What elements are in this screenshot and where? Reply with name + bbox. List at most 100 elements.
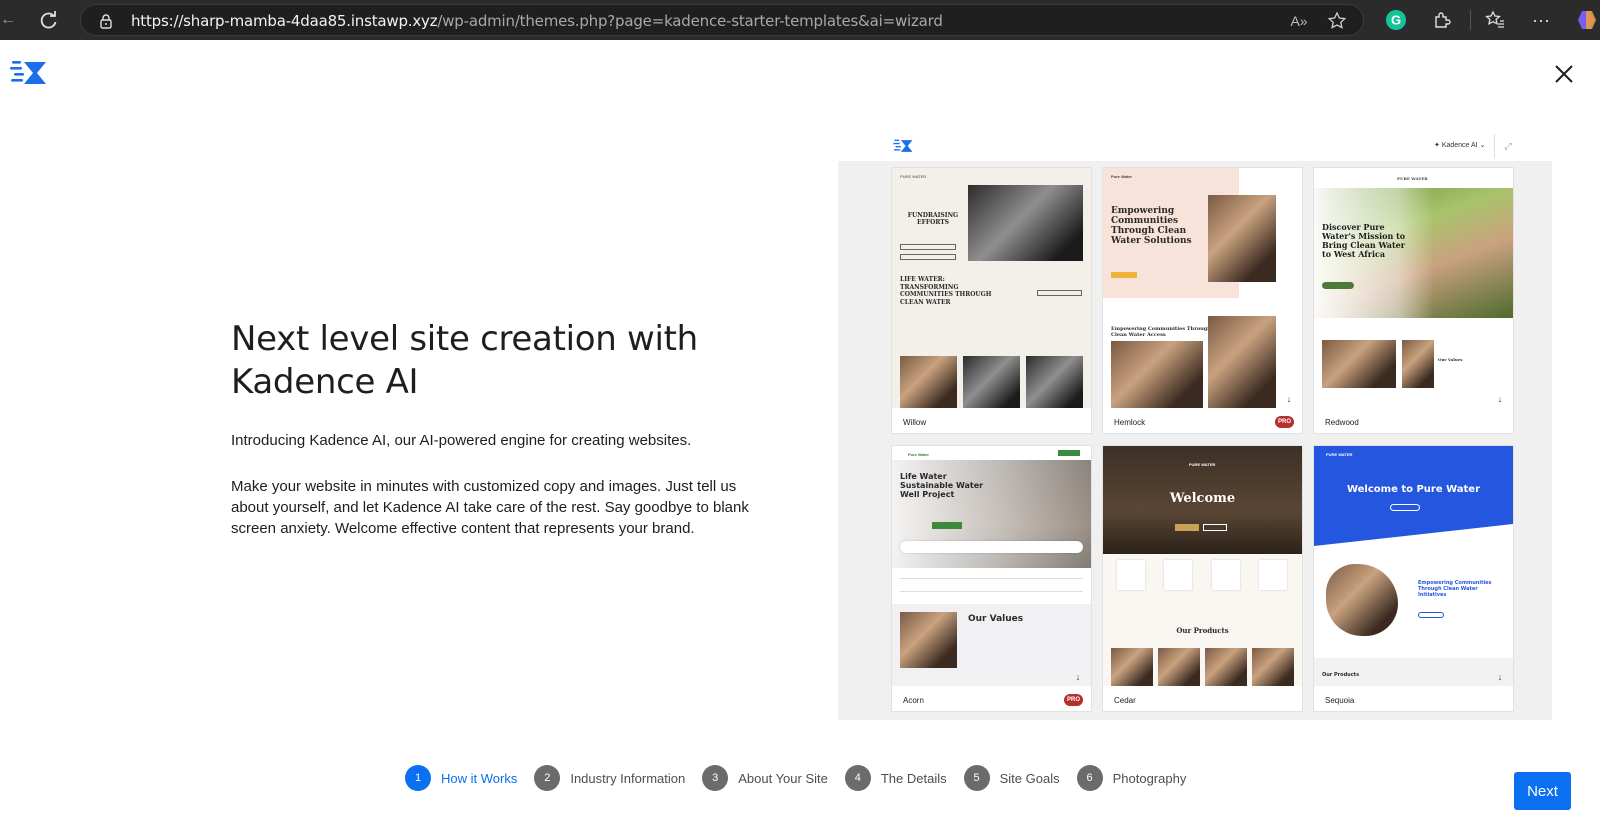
wizard-steps: 1 How it Works 2 Industry Information 3 Abo… [405, 765, 1203, 791]
template-card-acorn[interactable]: Pure Water Life Water Sustainable Water … [892, 446, 1091, 711]
step-number: 6 [1076, 765, 1103, 791]
template-headline: Empowering Communities Through Clean Wat… [1111, 206, 1192, 246]
grammarly-icon[interactable]: G [1385, 9, 1407, 31]
template-name: Willow [903, 418, 927, 427]
url-path: /wp-admin/themes.php?page=kadence-starte… [437, 12, 943, 30]
scroll-down-icon[interactable]: ↓ [1495, 394, 1505, 404]
url-host: https://sharp-mamba-4daa85.instawp.xyz [131, 12, 438, 30]
reload-icon[interactable] [36, 8, 60, 32]
intro-text: Introducing Kadence AI, our AI-powered e… [231, 432, 692, 449]
step-label: How it Works [441, 770, 518, 786]
lock-icon[interactable] [97, 12, 115, 30]
step-label: Photography [1112, 770, 1187, 786]
template-thumbnail: PURE WATER Welcome to Pure Water Empower… [1314, 446, 1513, 686]
pro-badge: PRO [1064, 694, 1083, 706]
template-headline: Welcome to Pure Water [1346, 484, 1481, 495]
scroll-down-icon[interactable]: ↓ [1495, 672, 1505, 682]
template-subheadline: LIFE WATER: TRANSFORMING COMMUNITIES THR… [900, 276, 992, 306]
mini-button [932, 522, 962, 529]
template-card-willow[interactable]: PURE WATER FUNDRAISING EFFORTS LIFE WATE… [892, 168, 1091, 433]
toolbar-separator [1470, 10, 1471, 30]
template-brand: PURE WATER [1326, 452, 1353, 457]
template-subheadline: Our Values [968, 614, 1024, 624]
template-brand: Pure Water [1111, 174, 1132, 179]
icon-row [1117, 560, 1287, 602]
expand-icon[interactable]: ⤢ [1501, 139, 1515, 153]
browser-toolbar: ← https://sharp-mamba-4daa85.instawp.xyz… [0, 0, 1600, 40]
mini-button [1390, 504, 1420, 511]
template-card-hemlock[interactable]: Pure Water Empowering Communities Throug… [1103, 168, 1302, 433]
hero-background [1314, 446, 1513, 546]
template-photo [963, 356, 1020, 408]
feature-tile [1211, 560, 1240, 590]
template-headline: Discover Pure Water's Mission to Bring C… [1322, 222, 1406, 259]
step-how-it-works[interactable]: 1 How it Works [405, 765, 517, 791]
svg-text:G: G [1391, 13, 1401, 28]
favorites-icon[interactable] [1484, 9, 1506, 31]
template-thumbnail: PURE WATER Welcome Our Products [1103, 446, 1302, 686]
template-card-sequoia[interactable]: PURE WATER Welcome to Pure Water Empower… [1314, 446, 1513, 711]
next-button[interactable]: Next [1514, 772, 1571, 810]
preview-kadence-logo-icon [893, 139, 913, 152]
template-photo [1158, 648, 1200, 686]
template-headline: Welcome [1169, 491, 1236, 506]
mini-button [1203, 524, 1227, 531]
more-icon[interactable]: ··· [1530, 9, 1552, 31]
template-thumbnail: Pure Water Empowering Communities Throug… [1103, 168, 1302, 408]
template-thumbnail: Pure Water Life Water Sustainable Water … [892, 446, 1091, 686]
pro-badge: PRO [1275, 416, 1294, 428]
step-site-goals[interactable]: 5 Site Goals [963, 765, 1060, 791]
step-about-your-site[interactable]: 3 About Your Site [702, 765, 828, 791]
step-photography[interactable]: 6 Photography [1076, 765, 1187, 791]
url-text[interactable]: https://sharp-mamba-4daa85.instawp.xyz/w… [131, 12, 943, 30]
feature-tile [1258, 560, 1287, 590]
template-name: Hemlock [1114, 418, 1146, 427]
feature-tile [1117, 560, 1145, 590]
scroll-down-icon[interactable]: ↓ [1284, 394, 1294, 404]
extensions-icon[interactable] [1431, 9, 1453, 31]
template-footer-heading: Our Products [1322, 672, 1360, 678]
mini-button [900, 254, 956, 260]
favorite-star-icon[interactable] [1327, 11, 1347, 31]
template-subheadline: Empowering Communities Through Clean Wat… [1111, 326, 1211, 338]
kadence-ai-dropdown[interactable]: Kadence AI [1430, 138, 1489, 154]
template-name: Sequoia [1325, 696, 1355, 705]
mini-button [1175, 524, 1199, 531]
template-photo [900, 612, 957, 668]
template-photo [1326, 564, 1398, 636]
scroll-down-icon[interactable]: ↓ [1073, 672, 1083, 682]
back-icon[interactable]: ← [0, 8, 16, 32]
template-photo [1402, 340, 1434, 388]
feature-tile [1164, 560, 1193, 590]
template-brand: Pure Water [908, 452, 929, 457]
step-label: Industry Information [570, 770, 686, 786]
mini-button [1418, 612, 1444, 618]
template-brand: PURE WATER [1397, 176, 1428, 181]
template-brand: PURE WATER [900, 174, 927, 179]
step-number: 3 [702, 765, 729, 791]
template-photo [1111, 648, 1153, 686]
step-the-details[interactable]: 4 The Details [844, 765, 947, 791]
template-photo [1322, 340, 1396, 388]
logo-strip [900, 578, 1083, 592]
read-aloud-icon[interactable]: A» [1289, 11, 1309, 31]
close-icon[interactable] [1553, 63, 1575, 85]
template-thumbnail: PURE WATER FUNDRAISING EFFORTS LIFE WATE… [892, 168, 1091, 408]
template-photo [1208, 316, 1276, 408]
template-card-cedar[interactable]: PURE WATER Welcome Our Products ↓ Cedar [1103, 446, 1302, 711]
template-preview-panel: Kadence AI ⤢ PURE WATER FUNDRAISING EFFO… [838, 131, 1552, 720]
scroll-down-icon[interactable]: ↓ [1284, 672, 1294, 682]
template-card-redwood[interactable]: PURE WATER Discover Pure Water's Mission… [1314, 168, 1513, 433]
address-bar[interactable]: https://sharp-mamba-4daa85.instawp.xyz/w… [80, 4, 1364, 36]
template-subheadline: Our Values [1438, 357, 1463, 362]
mini-button [900, 244, 956, 250]
mini-button [1111, 272, 1137, 278]
step-number: 5 [963, 765, 990, 791]
step-industry-information[interactable]: 2 Industry Information [534, 765, 685, 791]
template-thumbnail: PURE WATER Discover Pure Water's Mission… [1314, 168, 1513, 408]
step-label: Site Goals [999, 770, 1060, 786]
copilot-icon[interactable] [1574, 8, 1600, 32]
template-photo [968, 185, 1083, 261]
scroll-down-icon[interactable]: ↓ [1073, 394, 1083, 404]
mini-button [1037, 290, 1082, 296]
